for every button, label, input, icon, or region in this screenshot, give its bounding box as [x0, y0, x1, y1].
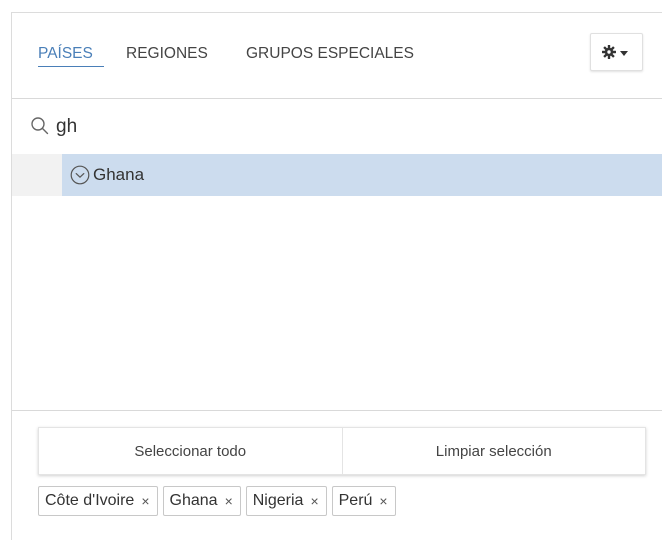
- gear-icon: [602, 45, 616, 59]
- chip-nigeria: Nigeria ×: [245, 486, 327, 516]
- tab-regiones[interactable]: REGIONES: [126, 45, 208, 63]
- remove-chip-icon[interactable]: ×: [310, 493, 318, 509]
- tab-grupos-especiales[interactable]: GRUPOS ESPECIALES: [246, 45, 414, 63]
- tab-paises[interactable]: PAÍSES: [38, 45, 93, 63]
- check-circle-icon: [70, 165, 90, 185]
- chip-label: Côte d'Ivoire: [45, 492, 135, 509]
- remove-chip-icon[interactable]: ×: [379, 493, 387, 509]
- search-input[interactable]: [56, 114, 616, 140]
- clear-selection-button[interactable]: Limpiar selección: [341, 428, 645, 474]
- chip-label: Nigeria: [252, 492, 304, 509]
- selected-chips: Côte d'Ivoire × Ghana × Nigeria × Perú ×: [38, 486, 396, 516]
- search-icon: [31, 117, 49, 135]
- search-bar: [12, 100, 662, 154]
- result-item-ghana[interactable]: Ghana: [62, 154, 662, 196]
- selection-footer: Seleccionar todo Limpiar selección Côte …: [12, 410, 662, 540]
- settings-dropdown-button[interactable]: [590, 33, 643, 71]
- tab-bar: PAÍSES REGIONES GRUPOS ESPECIALES: [12, 13, 662, 99]
- chip-label: Perú: [338, 492, 373, 509]
- select-all-button[interactable]: Seleccionar todo: [39, 428, 342, 474]
- tree-indent: [12, 154, 62, 196]
- selection-actions: Seleccionar todo Limpiar selección: [38, 427, 646, 475]
- remove-chip-icon[interactable]: ×: [141, 493, 149, 509]
- chip-cote-divoire: Côte d'Ivoire ×: [38, 486, 158, 516]
- results-list: Ghana: [12, 154, 662, 410]
- chip-peru: Perú ×: [331, 486, 396, 516]
- caret-down-icon: [620, 51, 628, 56]
- chip-ghana: Ghana ×: [162, 486, 241, 516]
- remove-chip-icon[interactable]: ×: [225, 493, 233, 509]
- country-selector-panel: PAÍSES REGIONES GRUPOS ESPECIALES gh Gha…: [11, 12, 662, 540]
- chip-label: Ghana: [169, 492, 218, 509]
- active-tab-indicator: [38, 66, 104, 67]
- result-item-label: Ghana: [93, 165, 145, 184]
